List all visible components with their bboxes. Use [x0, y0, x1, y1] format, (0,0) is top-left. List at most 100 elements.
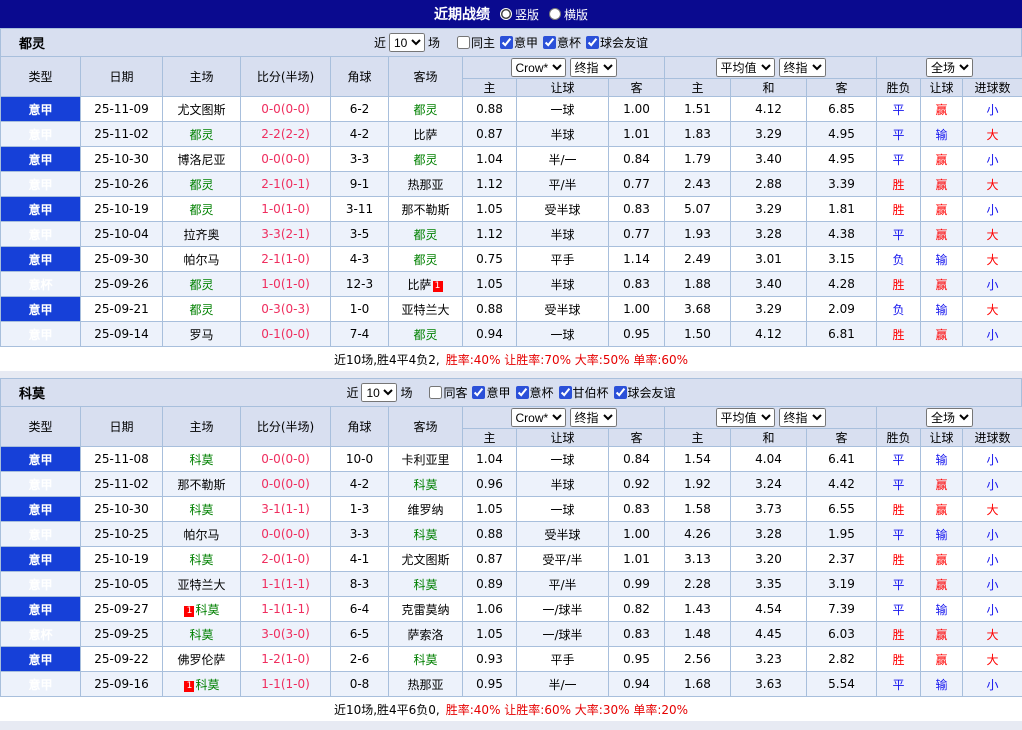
euro-away-odds-cell: 1.95 [807, 522, 877, 547]
league-checkbox[interactable] [543, 36, 556, 49]
handicap-result-cell: 赢 [921, 172, 963, 197]
goals-result-cell: 大 [963, 172, 1022, 197]
euro-away-odds-cell: 4.28 [807, 272, 877, 297]
goals-scope-select[interactable]: 全场 [926, 58, 973, 77]
asian-home-odds-cell: 1.05 [463, 197, 517, 222]
match-date-cell: 25-11-08 [81, 447, 163, 472]
match-row: 意甲25-10-26都灵2-1(0-1)9-1热那亚1.12平/半0.772.4… [1, 172, 1022, 197]
euro-away-odds-cell: 6.55 [807, 497, 877, 522]
match-row: 意甲25-10-05亚特兰大1-1(1-1)8-3科莫0.89平/半0.992.… [1, 572, 1022, 597]
home-team-cell: 科莫 [163, 447, 241, 472]
euro-away-odds-cell: 2.09 [807, 297, 877, 322]
euro-away-odds-cell: 6.41 [807, 447, 877, 472]
vertical-layout-radio[interactable] [500, 8, 512, 20]
asian-handicap-cell: 一/球半 [517, 597, 609, 622]
table-header-row: 类型 日期 主场 比分(半场) 角球 客场 Crow*终指 平均值终指 全场 [1, 57, 1022, 79]
corner-cell: 6-4 [331, 597, 389, 622]
euro-stage-select[interactable]: 终指 [779, 408, 826, 427]
euro-draw-odds-cell: 2.88 [731, 172, 807, 197]
asian-stage-select[interactable]: 终指 [570, 58, 617, 77]
asian-handicap-cell: 半球 [517, 272, 609, 297]
team-name: 比萨 [407, 278, 431, 292]
match-count-select[interactable]: 10 [389, 33, 425, 52]
euro-home-odds-cell: 1.88 [665, 272, 731, 297]
corner-cell: 1-3 [331, 497, 389, 522]
league-checkbox[interactable] [472, 386, 485, 399]
result-cell: 胜 [877, 197, 921, 222]
euro-avg-select[interactable]: 平均值 [716, 58, 775, 77]
goals-result-cell: 小 [963, 572, 1022, 597]
score-cell: 3-1(1-1) [241, 497, 331, 522]
team-name: 那不勒斯 [177, 478, 225, 492]
asian-home-odds-cell: 0.95 [463, 672, 517, 697]
league-checkbox[interactable] [586, 36, 599, 49]
asian-stage-select[interactable]: 终指 [570, 408, 617, 427]
same-venue-filter: 同主 [455, 34, 495, 51]
match-count-select[interactable]: 10 [361, 383, 397, 402]
matches-table: 类型 日期 主场 比分(半场) 角球 客场 Crow*终指 平均值终指 全场 主… [0, 56, 1022, 347]
away-team-cell: 都灵 [389, 97, 463, 122]
league-checkbox[interactable] [516, 386, 529, 399]
asian-handicap-cell: 平/半 [517, 172, 609, 197]
bookmaker-select[interactable]: Crow* [511, 58, 566, 77]
league-checkbox[interactable] [614, 386, 627, 399]
match-row: 意甲25-10-04拉齐奥3-3(2-1)3-5都灵1.12半球0.771.93… [1, 222, 1022, 247]
goals-result-cell: 大 [963, 497, 1022, 522]
euro-away-odds-cell: 2.37 [807, 547, 877, 572]
asian-home-odds-cell: 0.75 [463, 247, 517, 272]
match-date-cell: 25-09-30 [81, 247, 163, 272]
asian-odds-group: Crow*终指 [463, 407, 665, 429]
away-team-cell: 科莫 [389, 522, 463, 547]
team-name: 都灵 [413, 153, 437, 167]
euro-home-odds-cell: 1.51 [665, 97, 731, 122]
same-venue-checkbox[interactable] [457, 36, 470, 49]
asian-home-odds-cell: 0.89 [463, 572, 517, 597]
league-checkbox[interactable] [559, 386, 572, 399]
score-cell: 0-0(0-0) [241, 522, 331, 547]
league-type-cell: 意甲 [1, 147, 81, 172]
team-name: 科莫 [189, 553, 213, 567]
euro-home-odds-cell: 1.58 [665, 497, 731, 522]
asian-home-odds-cell: 1.05 [463, 272, 517, 297]
league-label: 甘伯杯 [573, 384, 609, 401]
match-row: 意甲25-09-14罗马0-1(0-0)7-4都灵0.94一球0.951.504… [1, 322, 1022, 347]
euro-stage-select[interactable]: 终指 [779, 58, 826, 77]
home-team-cell: 博洛尼亚 [163, 147, 241, 172]
asian-handicap-cell: 半球 [517, 122, 609, 147]
bookmaker-select[interactable]: Crow* [511, 408, 566, 427]
handicap-result-cell: 输 [921, 672, 963, 697]
home-team-cell: 罗马 [163, 322, 241, 347]
home-team-cell: 科莫 [163, 622, 241, 647]
league-checkbox[interactable] [500, 36, 513, 49]
euro-avg-select[interactable]: 平均值 [716, 408, 775, 427]
handicap-result-cell: 赢 [921, 97, 963, 122]
filter-controls: 近 10 场 同客 意甲 意杯 甘伯杯 球会友谊 [1, 383, 1021, 402]
match-row: 意甲25-11-08科莫0-0(0-0)10-0卡利亚里1.04一球0.841.… [1, 447, 1022, 472]
goals-result-cell: 小 [963, 672, 1022, 697]
goals-scope-select[interactable]: 全场 [926, 408, 973, 427]
team-name: 科莫 [189, 453, 213, 467]
same-venue-checkbox[interactable] [429, 386, 442, 399]
euro-home-odds-cell: 1.83 [665, 122, 731, 147]
result-cell: 胜 [877, 172, 921, 197]
recent-label: 近 [374, 34, 386, 51]
corner-cell: 2-6 [331, 647, 389, 672]
handicap-result-cell: 赢 [921, 572, 963, 597]
horizontal-layout-radio[interactable] [549, 8, 561, 20]
corner-cell: 10-0 [331, 447, 389, 472]
goals-result-cell: 小 [963, 147, 1022, 172]
col-handicap-result: 让球 [921, 429, 963, 447]
matches-label: 场 [400, 384, 412, 401]
col-home: 主场 [163, 57, 241, 97]
result-cell: 平 [877, 597, 921, 622]
euro-draw-odds-cell: 3.24 [731, 472, 807, 497]
home-team-cell: 都灵 [163, 197, 241, 222]
euro-draw-odds-cell: 3.20 [731, 547, 807, 572]
goals-result-cell: 小 [963, 447, 1022, 472]
col-corner: 角球 [331, 57, 389, 97]
asian-handicap-cell: 一/球半 [517, 622, 609, 647]
team-name: 科莫 [195, 603, 219, 617]
asian-handicap-cell: 半球 [517, 472, 609, 497]
match-date-cell: 25-11-02 [81, 122, 163, 147]
match-date-cell: 25-10-19 [81, 547, 163, 572]
